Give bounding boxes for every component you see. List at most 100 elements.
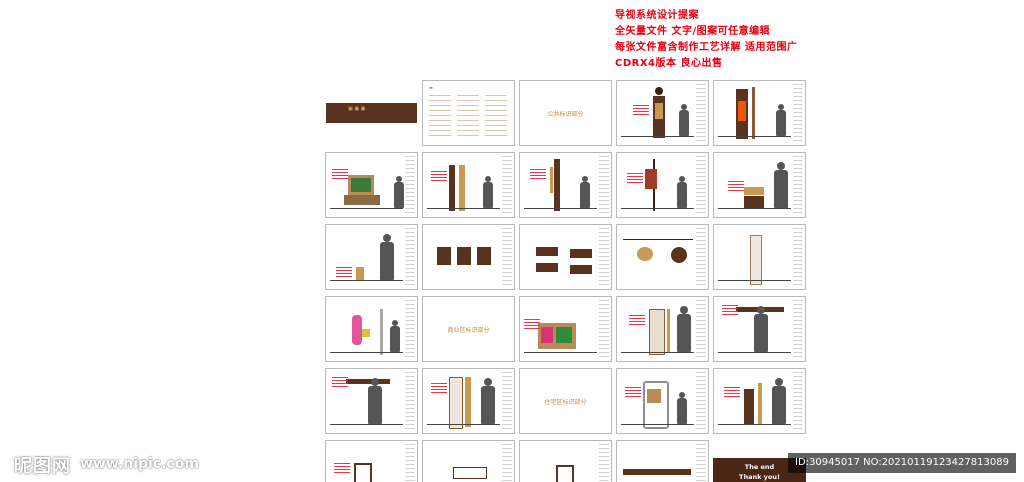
thumb-building-number[interactable] <box>519 440 612 482</box>
header-line-3: 每张文件富含制作工艺详解 适用范围广 <box>615 42 798 53</box>
ground-line <box>330 352 403 353</box>
thumb-totem-sign[interactable] <box>616 80 709 146</box>
header-line-2: 全矢量文件 文字/图案可任意编辑 <box>615 26 771 37</box>
ground-line <box>621 136 694 137</box>
spec-notes <box>793 300 803 358</box>
thumb-public-section[interactable]: 公共标识部分 <box>519 80 612 146</box>
shopping-bag <box>362 329 370 337</box>
thumb-tall-sign[interactable] <box>713 80 806 146</box>
thumb-column-sign[interactable] <box>713 224 806 290</box>
watermark-logo: 昵图网 <box>14 456 71 477</box>
person-silhouette-icon <box>772 378 786 424</box>
spec-notes <box>793 228 803 286</box>
spec-notes <box>502 444 512 482</box>
spec-notes <box>793 372 803 430</box>
thumb-shop-totem[interactable] <box>616 296 709 362</box>
column-body <box>750 235 762 285</box>
spec-notes <box>599 156 609 214</box>
spec-notes <box>793 156 803 214</box>
thumb-unit-sign[interactable] <box>422 440 515 482</box>
person-silhouette-icon <box>394 176 404 208</box>
ground-line <box>718 208 791 209</box>
post-left <box>449 165 455 211</box>
person-silhouette-icon <box>380 234 394 280</box>
thumb-cover[interactable]: ▣ ▣ ▣ <box>325 80 418 146</box>
thumb-kiosk-board[interactable] <box>519 296 612 362</box>
thumb-lamp-banner[interactable] <box>616 152 709 218</box>
thumb-ceiling-sign[interactable] <box>325 368 418 434</box>
person-silhouette-icon <box>677 306 691 352</box>
thumb-floor-sign[interactable] <box>325 224 418 290</box>
thumb-hanging-signs[interactable] <box>616 224 709 290</box>
thumbnail-grid: ▣ ▣ ▣ ▬ 公共标识部分 商业区标识部分 住宅区标识部分 The end T… <box>325 80 811 482</box>
board-sign-base <box>344 195 380 205</box>
ground-line <box>718 280 791 281</box>
ground-line <box>330 424 403 425</box>
thumb-double-post[interactable] <box>422 152 515 218</box>
thumb-commercial-section[interactable]: 商业区标识部分 <box>422 296 515 362</box>
wayfinding-bar <box>623 469 691 475</box>
header-line-4: CDRX4版本 良心出售 <box>615 58 723 69</box>
stele-post <box>758 383 762 425</box>
ground-line <box>524 208 597 209</box>
thumb-floor-directory[interactable] <box>422 368 515 434</box>
thumb-stele-sign[interactable] <box>713 368 806 434</box>
hanging-sign-round <box>671 247 687 263</box>
thumb-number-sign[interactable] <box>325 440 418 482</box>
ground-line <box>330 208 403 209</box>
thumb-direction-plaques[interactable] <box>519 224 612 290</box>
thumb-contents[interactable]: ▬ <box>422 80 515 146</box>
end-thanks: Thank you! <box>739 473 780 481</box>
person-silhouette-icon <box>754 306 768 352</box>
section-title-commercial: 商业区标识部分 <box>447 327 490 334</box>
annotation-lines <box>332 377 348 387</box>
thumb-board-sign[interactable] <box>325 152 418 218</box>
annotation-lines <box>629 315 645 325</box>
tall-sign-post <box>752 87 755 139</box>
annotation-lines <box>728 181 744 191</box>
spec-notes <box>599 228 609 286</box>
thumb-restroom-signs[interactable] <box>422 224 515 290</box>
annotation-lines <box>627 173 643 183</box>
restroom-sign-access <box>477 247 491 265</box>
ground-line <box>718 352 791 353</box>
thumb-residential-section[interactable]: 住宅区标识部分 <box>519 368 612 434</box>
restroom-sign-female <box>457 247 471 265</box>
thumb-low-sign[interactable] <box>713 152 806 218</box>
spec-notes <box>696 372 706 430</box>
floor-sign <box>356 267 364 281</box>
annotation-lines <box>530 169 546 179</box>
thumb-frame-sign[interactable] <box>616 368 709 434</box>
ground-line <box>524 352 597 353</box>
number-sign <box>354 463 372 482</box>
ground-line <box>330 280 403 281</box>
spec-notes <box>599 300 609 358</box>
ground-line <box>621 424 694 425</box>
annotation-lines <box>722 305 738 315</box>
spec-notes <box>502 156 512 214</box>
ground-line <box>427 208 500 209</box>
board-sign-map <box>351 178 371 192</box>
spec-notes <box>696 444 706 482</box>
spec-notes <box>696 300 706 358</box>
thumb-shopper-scene[interactable] <box>325 296 418 362</box>
ground-line <box>621 208 694 209</box>
totem-emblem <box>655 87 663 95</box>
annotation-lines <box>334 463 350 473</box>
thumb-overhead-sign[interactable] <box>713 296 806 362</box>
spec-notes <box>405 300 415 358</box>
person-silhouette-icon <box>481 378 495 424</box>
contents-heading-mark: ▬ <box>429 85 433 90</box>
person-silhouette-icon <box>368 378 382 424</box>
spec-notes <box>502 372 512 430</box>
cover-logo-mark: ▣ ▣ ▣ <box>348 106 366 112</box>
thumb-wayfinding-bar[interactable] <box>616 440 709 482</box>
person-silhouette-icon <box>390 320 400 352</box>
section-title-public: 公共标识部分 <box>547 111 584 118</box>
restroom-sign-male <box>437 247 451 265</box>
shop-totem-post <box>667 309 670 353</box>
tall-sign-panel <box>738 101 746 121</box>
thumb-pillar-sign[interactable] <box>519 152 612 218</box>
annotation-lines <box>724 387 740 397</box>
spec-notes <box>405 444 415 482</box>
